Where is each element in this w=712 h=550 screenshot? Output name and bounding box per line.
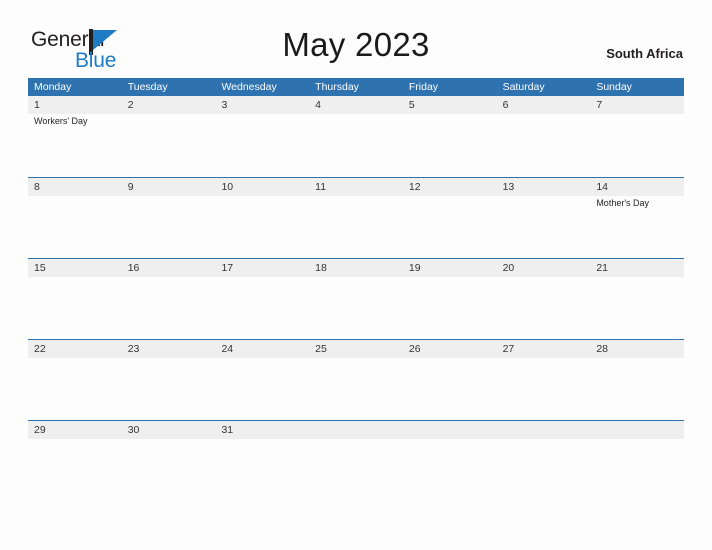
weekday-header-wednesday: Wednesday (221, 81, 277, 93)
day-number: 3 (221, 99, 228, 111)
week-days: 29 30 31 (28, 421, 684, 502)
day-event-label: Mother's Day (596, 198, 650, 208)
calendar-day-cell[interactable]: 16 (122, 259, 216, 340)
day-number: 30 (127, 424, 140, 436)
day-number: 13 (502, 181, 515, 193)
calendar-day-cell[interactable]: 14 Mother's Day (590, 178, 684, 259)
page-header: General Blue May 2023 South Africa (0, 0, 712, 78)
calendar-day-cell-empty (590, 421, 684, 502)
calendar-day-cell[interactable]: 23 (122, 340, 216, 421)
calendar-day-cell[interactable]: 28 (590, 340, 684, 421)
calendar-day-cell[interactable]: 4 (309, 96, 403, 177)
calendar-day-cell[interactable]: 5 (403, 96, 497, 177)
weekday-header-monday: Monday (34, 81, 72, 93)
calendar-week-row: 15 16 17 18 19 20 21 (28, 258, 684, 339)
calendar-week-row: 22 23 24 25 26 27 28 (28, 339, 684, 420)
day-number: 6 (502, 99, 509, 111)
calendar-day-cell[interactable]: 8 (28, 178, 122, 259)
calendar-weeks: 1 Workers' Day 2 3 4 5 6 7 8 9 10 11 12 13 14 Mother's … (28, 96, 684, 501)
day-number: 24 (221, 343, 234, 355)
country-label: South Africa (606, 46, 683, 61)
calendar-day-cell[interactable]: 26 (403, 340, 497, 421)
day-number: 29 (34, 424, 46, 436)
weekday-header-row: Monday Tuesday Wednesday Thursday Friday… (28, 78, 684, 96)
calendar-day-cell-empty (497, 421, 591, 502)
day-number: 14 (596, 181, 608, 193)
weekday-header-sunday: Sunday (596, 81, 632, 93)
calendar-grid: Monday Tuesday Wednesday Thursday Friday… (28, 78, 684, 501)
day-number: 17 (221, 262, 234, 274)
calendar-day-cell[interactable]: 24 (215, 340, 309, 421)
day-number: 11 (315, 181, 327, 193)
weekday-header-tuesday: Tuesday (127, 81, 168, 93)
calendar-day-cell[interactable]: 11 (309, 178, 403, 259)
calendar-day-cell[interactable]: 7 (590, 96, 684, 177)
day-number: 7 (596, 99, 603, 111)
weekday-header-friday: Friday (408, 81, 439, 93)
week-days: 15 16 17 18 19 20 21 (28, 259, 684, 340)
day-number: 15 (34, 262, 46, 274)
day-number: 1 (34, 99, 40, 111)
calendar-day-cell[interactable]: 9 (122, 178, 216, 259)
calendar-day-cell[interactable]: 30 (122, 421, 216, 502)
day-events: Mother's Day (596, 197, 681, 209)
weekday-header-thursday: Thursday (315, 81, 359, 93)
calendar-day-cell[interactable]: 20 (497, 259, 591, 340)
day-number: 4 (315, 99, 321, 111)
day-number: 12 (408, 181, 421, 193)
day-number: 10 (221, 181, 234, 193)
calendar-day-cell[interactable]: 15 (28, 259, 122, 340)
day-number: 23 (127, 343, 140, 355)
day-number: 21 (596, 262, 608, 274)
day-number: 5 (408, 99, 415, 111)
day-number: 8 (34, 181, 40, 193)
calendar-day-cell[interactable]: 6 (497, 96, 591, 177)
day-event-label: Workers' Day (34, 116, 88, 126)
day-number: 20 (502, 262, 515, 274)
day-number: 18 (315, 262, 327, 274)
calendar-day-cell[interactable]: 2 (122, 96, 216, 177)
calendar-day-cell[interactable]: 22 (28, 340, 122, 421)
week-days: 1 Workers' Day 2 3 4 5 6 7 (28, 96, 684, 177)
calendar-day-cell[interactable]: 17 (215, 259, 309, 340)
calendar-day-cell[interactable]: 13 (497, 178, 591, 259)
day-number: 16 (127, 262, 140, 274)
calendar-day-cell-empty (309, 421, 403, 502)
calendar-page: General Blue May 2023 South Africa Monda… (0, 0, 712, 550)
calendar-week-row: 29 30 31 (28, 420, 684, 501)
day-number: 22 (34, 343, 46, 355)
calendar-day-cell[interactable]: 29 (28, 421, 122, 502)
weekday-header-saturday: Saturday (502, 81, 545, 93)
calendar-day-cell[interactable]: 31 (215, 421, 309, 502)
calendar-day-cell[interactable]: 21 (590, 259, 684, 340)
week-days: 22 23 24 25 26 27 28 (28, 340, 684, 421)
day-number: 26 (408, 343, 421, 355)
calendar-week-row: 1 Workers' Day 2 3 4 5 6 7 (28, 96, 684, 177)
day-number: 2 (127, 99, 134, 111)
calendar-day-cell[interactable]: 25 (309, 340, 403, 421)
calendar-day-cell[interactable]: 18 (309, 259, 403, 340)
calendar-day-cell[interactable]: 12 (403, 178, 497, 259)
page-title: May 2023 (282, 26, 430, 63)
calendar-day-cell[interactable]: 27 (497, 340, 591, 421)
calendar-day-cell[interactable]: 10 (215, 178, 309, 259)
calendar-day-cell[interactable]: 3 (215, 96, 309, 177)
day-number: 28 (596, 343, 608, 355)
day-number: 25 (315, 343, 327, 355)
day-number: 9 (127, 181, 134, 193)
day-number: 31 (221, 424, 234, 436)
day-number: 19 (408, 262, 421, 274)
calendar-week-row: 8 9 10 11 12 13 14 Mother's Day (28, 177, 684, 258)
calendar-day-cell[interactable]: 19 (403, 259, 497, 340)
week-days: 8 9 10 11 12 13 14 Mother's Day (28, 178, 684, 259)
day-number: 27 (502, 343, 515, 355)
calendar-day-cell[interactable]: 1 Workers' Day (28, 96, 122, 177)
day-events: Workers' Day (34, 115, 119, 127)
calendar-day-cell-empty (403, 421, 497, 502)
